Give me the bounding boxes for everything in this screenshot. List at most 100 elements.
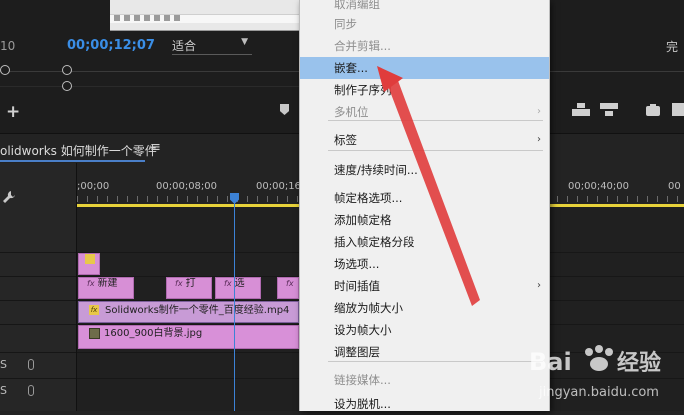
- button-editor-icon[interactable]: [672, 103, 684, 116]
- menu-item-label: 设为脱机...: [334, 397, 391, 411]
- menu-item-16[interactable]: 链接媒体...: [300, 369, 549, 391]
- menu-item-10[interactable]: 插入帧定格分段: [300, 231, 549, 253]
- menu-item-label: 调整图层: [334, 345, 380, 359]
- clip-label: 1600_900白背景.jpg: [104, 328, 203, 339]
- menu-item-4[interactable]: 制作子序列: [300, 79, 549, 101]
- menu-item-2[interactable]: 合并剪辑...: [300, 35, 549, 57]
- clip-v3-select[interactable]: fx 选: [215, 277, 261, 299]
- active-tab-indicator: [0, 160, 145, 162]
- clip-v2-video[interactable]: fx Solidworks制作一个零件_百度经验.mp4: [78, 301, 299, 323]
- menu-item-label: 时间插值: [334, 279, 380, 293]
- clip-context-menu: 取消编组 同步 合并剪辑... 嵌套... 制作子序列 多机位 › 标签 › 速度/持续时间...…: [299, 0, 550, 411]
- microphone-icon[interactable]: [28, 385, 34, 396]
- image-clip-icon: [89, 327, 100, 339]
- scrub-out-handle[interactable]: [62, 81, 72, 91]
- menu-item-label: 合并剪辑...: [334, 39, 391, 53]
- ruler-label: 00: [668, 181, 681, 192]
- track-header-v1[interactable]: [0, 324, 76, 349]
- add-button-icon[interactable]: +: [6, 102, 20, 122]
- lift-icon[interactable]: [572, 103, 590, 116]
- fx-label: fx: [286, 279, 294, 288]
- microphone-icon[interactable]: [28, 359, 34, 370]
- extract-icon[interactable]: [600, 103, 618, 116]
- track-header-v3[interactable]: [0, 276, 76, 301]
- menu-separator: [328, 120, 543, 121]
- menu-item-14[interactable]: 设为帧大小: [300, 319, 549, 341]
- menu-item-label: 缩放为帧大小: [334, 301, 403, 315]
- track-header-a2[interactable]: [0, 378, 76, 403]
- scrub-in-handle[interactable]: [0, 65, 10, 75]
- monitor-preview: [110, 0, 300, 31]
- watermark-brand-cn: 经验: [617, 350, 661, 376]
- menu-separator: [328, 361, 543, 362]
- menu-item-label: 插入帧定格分段: [334, 235, 415, 249]
- menu-item-label: 同步: [334, 17, 357, 31]
- wrench-icon[interactable]: [2, 190, 16, 204]
- clip-label: Solidworks制作一个零件_百度经验.mp4: [105, 305, 290, 316]
- submenu-chevron-icon: ›: [537, 280, 541, 291]
- audio-solo-label[interactable]: S: [0, 384, 7, 397]
- menu-item-label: 场选项...: [334, 257, 380, 271]
- monitor-divider: [0, 86, 300, 87]
- menu-item-label: 设为帧大小: [334, 323, 392, 337]
- zoom-fit-label: 适合: [172, 39, 197, 53]
- playhead-handle[interactable]: [230, 193, 239, 204]
- menu-item-label: 嵌套...: [334, 61, 368, 75]
- clip-v4-title[interactable]: [78, 253, 100, 275]
- menu-item-3[interactable]: 嵌套...: [300, 57, 549, 79]
- ruler-label: 00;00;16: [256, 181, 301, 192]
- ruler-label: ;00;00: [77, 181, 110, 192]
- track-header-a1[interactable]: [0, 352, 76, 377]
- menu-item-9[interactable]: 添加帧定格: [300, 209, 549, 231]
- menu-item-label: 帧定格选项...: [334, 191, 403, 205]
- menu-item-1[interactable]: 同步: [300, 13, 549, 35]
- ruler-label: 00;00;40;00: [568, 181, 630, 192]
- paw-icon: [585, 345, 613, 371]
- sequence-tab-title[interactable]: olidworks 如何制作一个零件: [0, 142, 157, 159]
- fx-badge-icon: [85, 254, 95, 264]
- menu-item-8[interactable]: 帧定格选项...: [300, 187, 549, 209]
- menu-item-15[interactable]: 调整图层: [300, 341, 549, 363]
- clip-label: 选: [234, 278, 245, 289]
- menu-item-7[interactable]: 速度/持续时间...: [300, 159, 549, 181]
- watermark-brand: Bai: [529, 348, 572, 376]
- fx-label: fx: [87, 279, 95, 288]
- audio-solo-label[interactable]: S: [0, 358, 7, 371]
- track-header-v2[interactable]: [0, 300, 76, 325]
- menu-separator: [328, 150, 543, 151]
- panel-menu-icon[interactable]: ≡: [150, 140, 161, 155]
- clip-v1-image[interactable]: 1600_900白背景.jpg: [78, 325, 299, 349]
- clip-label: 新建: [97, 278, 118, 289]
- clip-v3-new[interactable]: fx 新建: [78, 277, 134, 299]
- scrub-playhead-handle[interactable]: [62, 65, 72, 75]
- chevron-down-icon: ▼: [241, 37, 248, 47]
- playhead-timecode[interactable]: 00;00;12;07: [67, 38, 155, 53]
- clip-v3-extra[interactable]: fx: [277, 277, 299, 299]
- resolution-select[interactable]: 完: [666, 38, 678, 55]
- menu-item-12[interactable]: 时间插值 ›: [300, 275, 549, 297]
- watermark-url: jingyan.baidu.com: [538, 385, 659, 400]
- fx-label: fx: [224, 279, 232, 288]
- fx-label: fx: [175, 279, 183, 288]
- watermark-logo: Bai 经验 jingyan.baidu.com: [529, 345, 661, 400]
- menu-item-label: 标签: [334, 133, 357, 147]
- menu-item-6[interactable]: 标签 ›: [300, 129, 549, 151]
- menu-item-label: 添加帧定格: [334, 213, 392, 227]
- menu-item-label: 链接媒体...: [334, 373, 391, 387]
- menu-item-11[interactable]: 场选项...: [300, 253, 549, 275]
- playhead-line[interactable]: [234, 196, 235, 411]
- zoom-fit-select[interactable]: 适合 ▼: [172, 37, 252, 55]
- menu-item-label: 速度/持续时间...: [334, 163, 418, 177]
- track-header-v4[interactable]: [0, 252, 76, 277]
- menu-item-label: 制作子序列: [334, 83, 392, 97]
- submenu-chevron-icon: ›: [537, 134, 541, 145]
- menu-item-13[interactable]: 缩放为帧大小: [300, 297, 549, 319]
- ruler-label: 00;00;08;00: [156, 181, 218, 192]
- clip-v3-open[interactable]: fx 打: [166, 277, 212, 299]
- fx-badge-icon: fx: [89, 305, 99, 315]
- menu-item-17[interactable]: 设为脱机...: [300, 393, 549, 415]
- clip-label: 打: [185, 278, 196, 289]
- marker-icon[interactable]: [280, 104, 289, 115]
- camera-icon[interactable]: [644, 103, 662, 116]
- source-timecode: 10: [0, 39, 16, 53]
